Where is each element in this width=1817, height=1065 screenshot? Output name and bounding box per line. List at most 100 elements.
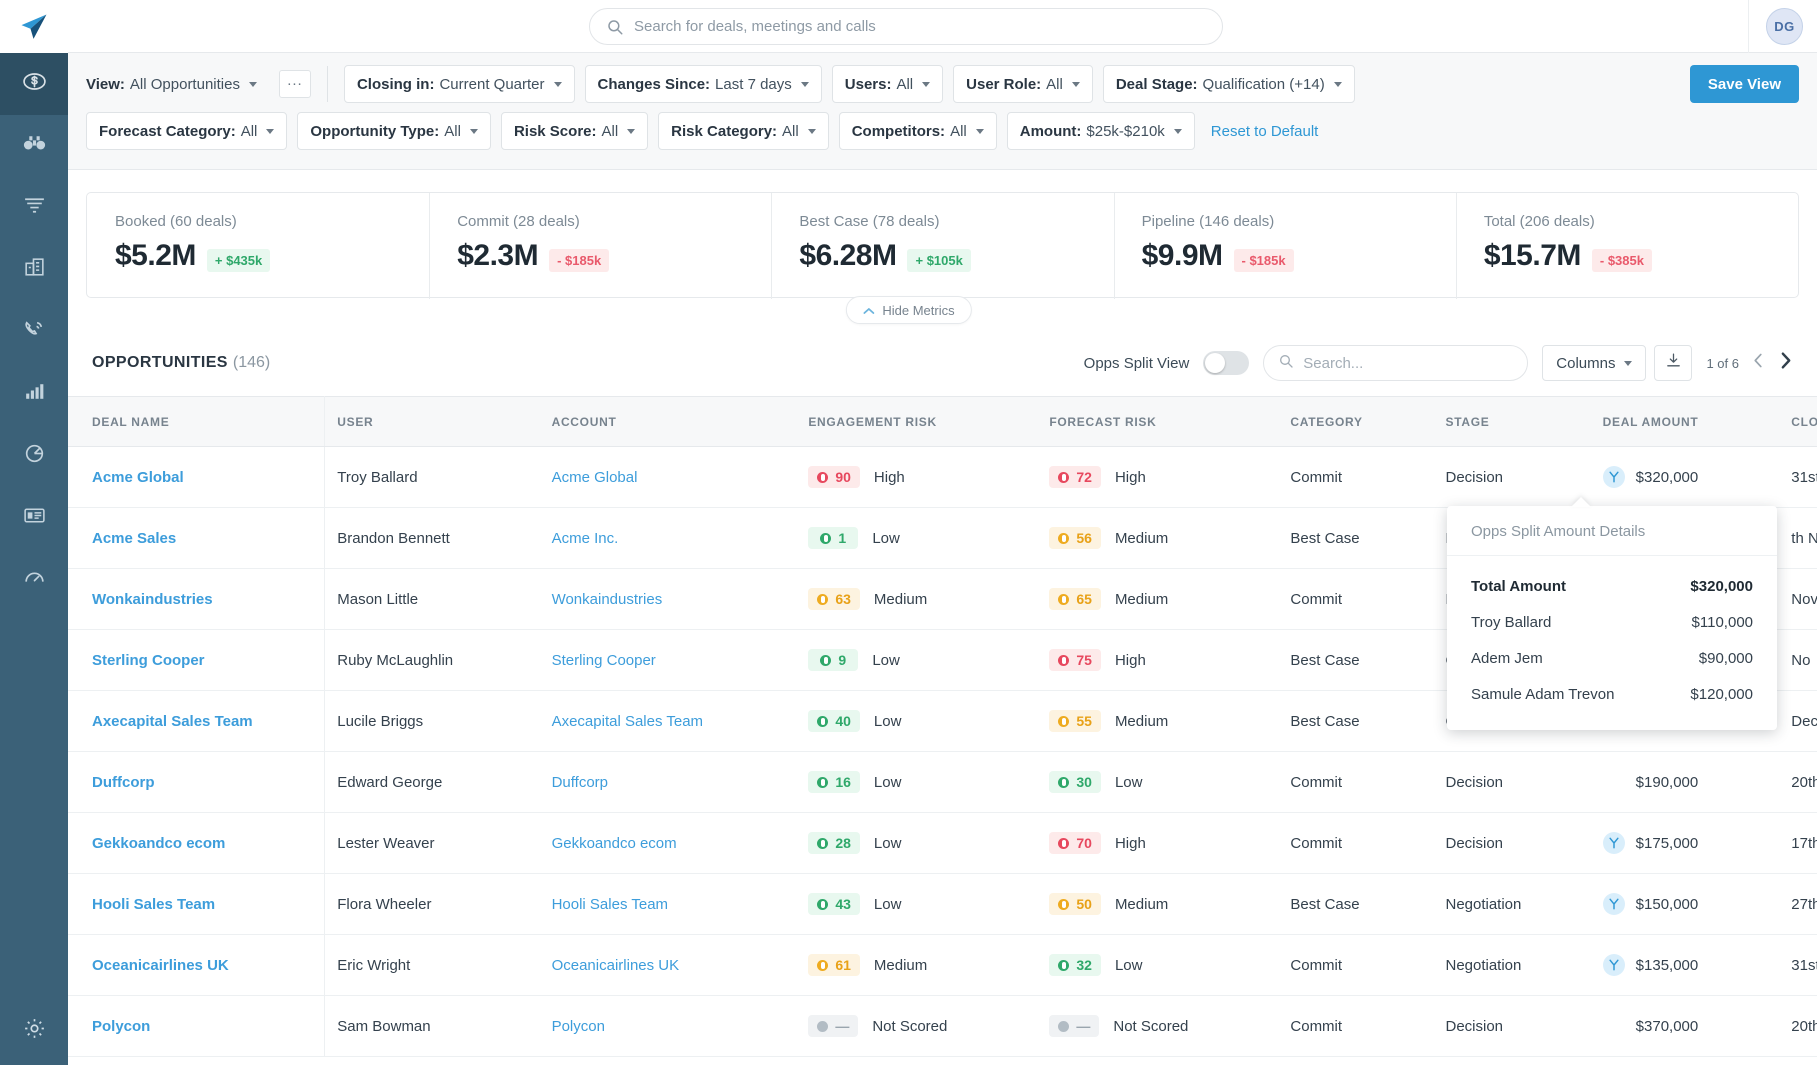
- column-header[interactable]: ENGAGEMENT RISK: [796, 396, 1038, 447]
- deal-name-link[interactable]: Polycon: [92, 1018, 150, 1035]
- risk-dot-icon: [1058, 471, 1070, 483]
- filter-risk-score[interactable]: Risk Score: All: [500, 112, 649, 150]
- risk-score: 1: [838, 530, 847, 546]
- table-search-input[interactable]: [1303, 354, 1514, 372]
- column-header[interactable]: ACCOUNT: [539, 396, 797, 447]
- account-link[interactable]: Acme Inc.: [552, 530, 619, 547]
- account-link[interactable]: Duffcorp: [552, 774, 608, 791]
- opps-split-icon[interactable]: [1602, 466, 1625, 488]
- sidebar-item-forecast-cycle[interactable]: [0, 425, 68, 487]
- pagination-next-button[interactable]: [1778, 351, 1793, 375]
- opportunities-table-container[interactable]: DEAL NAME USER ACCOUNT ENGAGEMENT RISK FOREC…: [68, 396, 1817, 1065]
- filter-competitors[interactable]: Competitors: All: [838, 112, 997, 150]
- columns-button[interactable]: Columns: [1542, 345, 1647, 381]
- filter-closing-in[interactable]: Closing in: Current Quarter: [343, 65, 575, 103]
- deal-name-link[interactable]: Acme Global: [92, 469, 184, 486]
- filter-opportunity-type[interactable]: Opportunity Type: All: [297, 112, 491, 150]
- account-link[interactable]: Oceanicairlines UK: [552, 957, 680, 974]
- filter-view[interactable]: View: All Opportunities: [86, 65, 269, 103]
- sidebar-item-settings[interactable]: [0, 1007, 68, 1055]
- risk-dot-icon: [1058, 837, 1070, 849]
- global-search[interactable]: [589, 8, 1223, 45]
- export-download-button[interactable]: [1654, 345, 1693, 381]
- filter-amount[interactable]: Amount: $25k-$210k: [1006, 112, 1195, 150]
- account-link[interactable]: Hooli Sales Team: [552, 896, 668, 913]
- account-link[interactable]: Sterling Cooper: [552, 652, 656, 669]
- stage-cell: Decision: [1433, 446, 1591, 508]
- sidebar-item-funnel[interactable]: [0, 177, 68, 239]
- risk-cell: 1 Low: [808, 527, 1025, 549]
- deal-name-link[interactable]: Sterling Cooper: [92, 652, 205, 669]
- deal-name-link[interactable]: Duffcorp: [92, 774, 155, 791]
- risk-score-badge: 16: [808, 771, 860, 793]
- opps-split-icon[interactable]: [1602, 893, 1625, 915]
- hide-metrics-button[interactable]: Hide Metrics: [845, 296, 972, 324]
- save-view-button[interactable]: Save View: [1689, 65, 1799, 103]
- table-row[interactable]: Hooli Sales Team Flora Wheeler Hooli Sales…: [68, 873, 1817, 935]
- forecast-risk-cell: 75 High: [1037, 629, 1279, 691]
- sidebar-item-analytics[interactable]: [0, 363, 68, 425]
- column-header[interactable]: DEAL NAME: [68, 396, 326, 447]
- sidebar-item-accounts[interactable]: [0, 239, 68, 301]
- table-row[interactable]: Duffcorp Edward George Duffcorp 16 Low 30 Low C…: [68, 751, 1817, 813]
- sidebar-item-deals[interactable]: [0, 53, 68, 115]
- column-header[interactable]: FORECAST RISK: [1037, 396, 1279, 447]
- risk-score: 61: [835, 957, 851, 973]
- account-link[interactable]: Gekkoandco ecom: [552, 835, 677, 852]
- risk-score: —: [1076, 1018, 1091, 1034]
- metric-value: $6.28M: [799, 239, 897, 272]
- metrics-section: Booked (60 deals) $5.2M + $435k Commit (28 …: [68, 170, 1817, 299]
- risk-cell: 65 Medium: [1049, 588, 1266, 610]
- column-header[interactable]: DEAL AMOUNT: [1590, 396, 1780, 447]
- risk-level: High: [873, 468, 905, 486]
- sidebar-item-cards[interactable]: [0, 487, 68, 549]
- filter-users[interactable]: Users: All: [831, 65, 944, 103]
- search-icon: [1278, 353, 1294, 374]
- risk-level: High: [1114, 834, 1146, 852]
- deal-amount-cell-wrap: $370,000: [1590, 995, 1780, 1057]
- pagination-prev-button[interactable]: [1752, 352, 1765, 374]
- table-row[interactable]: Oceanicairlines UK Eric Wright Oceanicairl…: [68, 934, 1817, 996]
- opps-split-icon[interactable]: [1602, 832, 1625, 854]
- metric-delta: + $435k: [206, 249, 271, 272]
- table-row[interactable]: Acme Global Troy Ballard Acme Global 90 High…: [68, 446, 1817, 508]
- opps-split-view-toggle[interactable]: [1203, 351, 1250, 375]
- reset-to-default-link[interactable]: Reset to Default: [1211, 123, 1319, 140]
- account-link[interactable]: Polycon: [552, 1018, 605, 1035]
- table-row[interactable]: Polycon Sam Bowman Polycon — Not Scored — Not …: [68, 995, 1817, 1057]
- table-search[interactable]: [1263, 345, 1529, 381]
- filter-user-role[interactable]: User Role: All: [953, 65, 1093, 103]
- gauge-icon: [22, 565, 47, 595]
- filter-deal-stage[interactable]: Deal Stage: Qualification (+14): [1102, 65, 1355, 103]
- deal-amount-cell: $190,000: [1603, 774, 1768, 791]
- close-date-cell: No: [1779, 629, 1817, 691]
- filter-forecast-category[interactable]: Forecast Category: All: [86, 112, 288, 150]
- chevron-right-icon: [1778, 351, 1793, 375]
- global-search-input[interactable]: [634, 18, 1206, 35]
- deal-name-link[interactable]: Hooli Sales Team: [92, 896, 215, 913]
- deal-name-link[interactable]: Acme Sales: [92, 530, 176, 547]
- sidebar-item-calls[interactable]: [0, 301, 68, 363]
- deal-name-link[interactable]: Oceanicairlines UK: [92, 957, 229, 974]
- account-link[interactable]: Acme Global: [552, 469, 638, 486]
- category-cell: Commit: [1278, 446, 1434, 508]
- view-more-options-button[interactable]: ...: [278, 70, 311, 98]
- filter-forecast-category-label: Forecast Category:: [99, 122, 236, 140]
- app-logo-paper-plane[interactable]: [0, 0, 68, 53]
- deal-name-link[interactable]: Gekkoandco ecom: [92, 835, 225, 852]
- filter-risk-category[interactable]: Risk Category: All: [658, 112, 829, 150]
- sidebar-item-insights[interactable]: [0, 115, 68, 177]
- opps-split-icon[interactable]: [1602, 954, 1625, 976]
- table-row[interactable]: Gekkoandco ecom Lester Weaver Gekkoandco e…: [68, 812, 1817, 874]
- account-link[interactable]: Axecapital Sales Team: [552, 713, 703, 730]
- column-header[interactable]: USER: [324, 396, 540, 447]
- avatar[interactable]: DG: [1766, 8, 1803, 45]
- deal-name-link[interactable]: Wonkaindustries: [92, 591, 213, 608]
- column-header[interactable]: STAGE: [1433, 396, 1591, 447]
- column-header[interactable]: CLOSE DATE: [1779, 396, 1817, 447]
- filter-changes-since[interactable]: Changes Since: Last 7 days: [584, 65, 822, 103]
- account-link[interactable]: Wonkaindustries: [552, 591, 663, 608]
- sidebar-item-performance[interactable]: [0, 549, 68, 611]
- column-header[interactable]: CATEGORY: [1278, 396, 1434, 447]
- deal-name-link[interactable]: Axecapital Sales Team: [92, 713, 253, 730]
